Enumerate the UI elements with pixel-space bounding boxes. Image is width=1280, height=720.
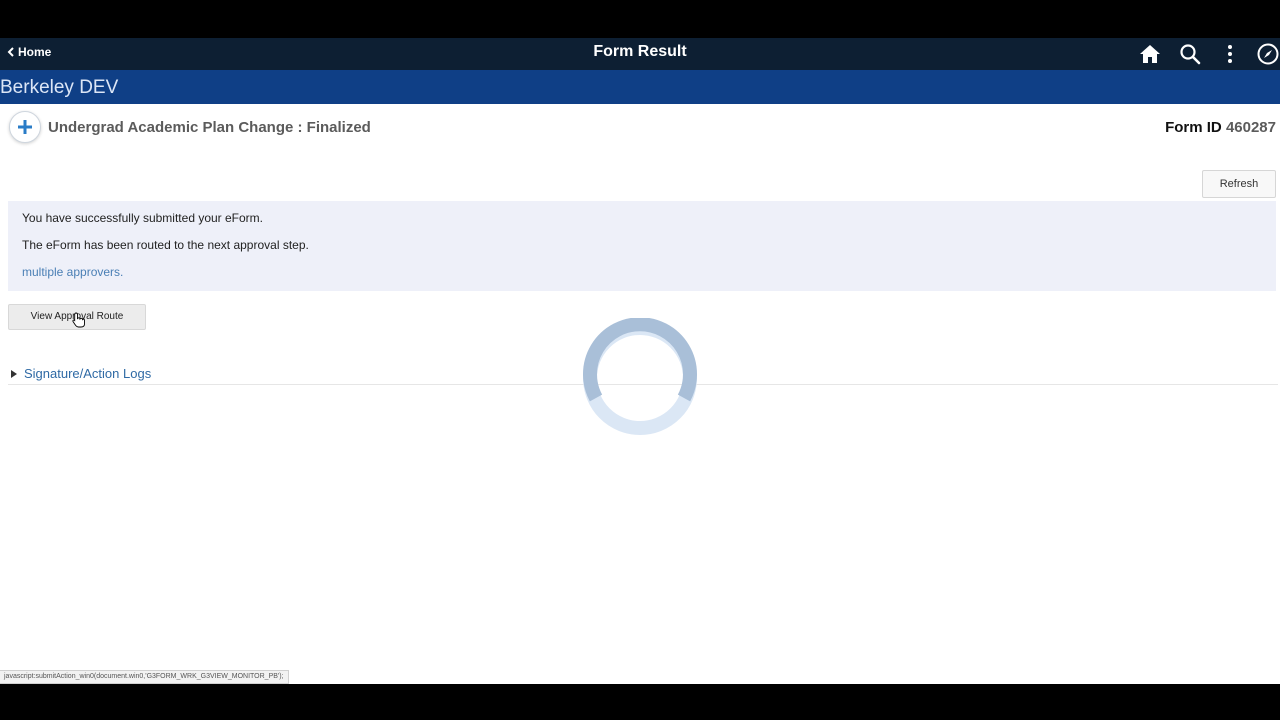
- loading-spinner-icon: [583, 318, 697, 435]
- multiple-approvers-link[interactable]: multiple approvers.: [22, 265, 123, 279]
- signature-action-logs-label: Signature/Action Logs: [24, 366, 152, 381]
- expand-triangle-icon: [11, 369, 17, 378]
- home-back-link[interactable]: Home: [7, 45, 51, 59]
- environment-name: Berkeley DEV: [0, 77, 119, 98]
- refresh-button[interactable]: Refresh: [1202, 170, 1276, 198]
- form-id-value: 460287: [1225, 119, 1276, 136]
- form-id: Form ID 460287: [1165, 119, 1276, 136]
- confirmation-message-box: You have successfully submitted your eFo…: [8, 201, 1276, 291]
- chevron-left-icon: [7, 47, 14, 57]
- form-id-label: Form ID: [1165, 119, 1222, 136]
- search-icon[interactable]: [1178, 42, 1202, 66]
- expand-button[interactable]: [9, 111, 41, 143]
- more-vert-icon[interactable]: [1218, 42, 1242, 66]
- navbar-compass-icon[interactable]: [1256, 42, 1280, 66]
- hand-cursor-icon: [72, 312, 85, 328]
- page-title: Form Result: [593, 43, 687, 60]
- form-title: Undergrad Academic Plan Change : Finaliz…: [48, 119, 371, 136]
- top-navigation-bar: Home Form Result: [0, 38, 1280, 70]
- form-header: Undergrad Academic Plan Change : Finaliz…: [0, 104, 1280, 152]
- plus-icon: [18, 120, 32, 134]
- app-window: Home Form Result Berkeley DEV Undergrad …: [0, 38, 1280, 684]
- home-icon[interactable]: [1138, 42, 1162, 66]
- routing-message: The eForm has been routed to the next ap…: [22, 238, 309, 252]
- success-message: You have successfully submitted your eFo…: [22, 211, 264, 225]
- browser-status-bar: javascript:submitAction_win0(document.wi…: [0, 670, 289, 684]
- home-back-label: Home: [18, 45, 52, 59]
- system-banner: Berkeley DEV: [0, 70, 1280, 104]
- signature-action-logs-toggle[interactable]: Signature/Action Logs: [10, 366, 151, 381]
